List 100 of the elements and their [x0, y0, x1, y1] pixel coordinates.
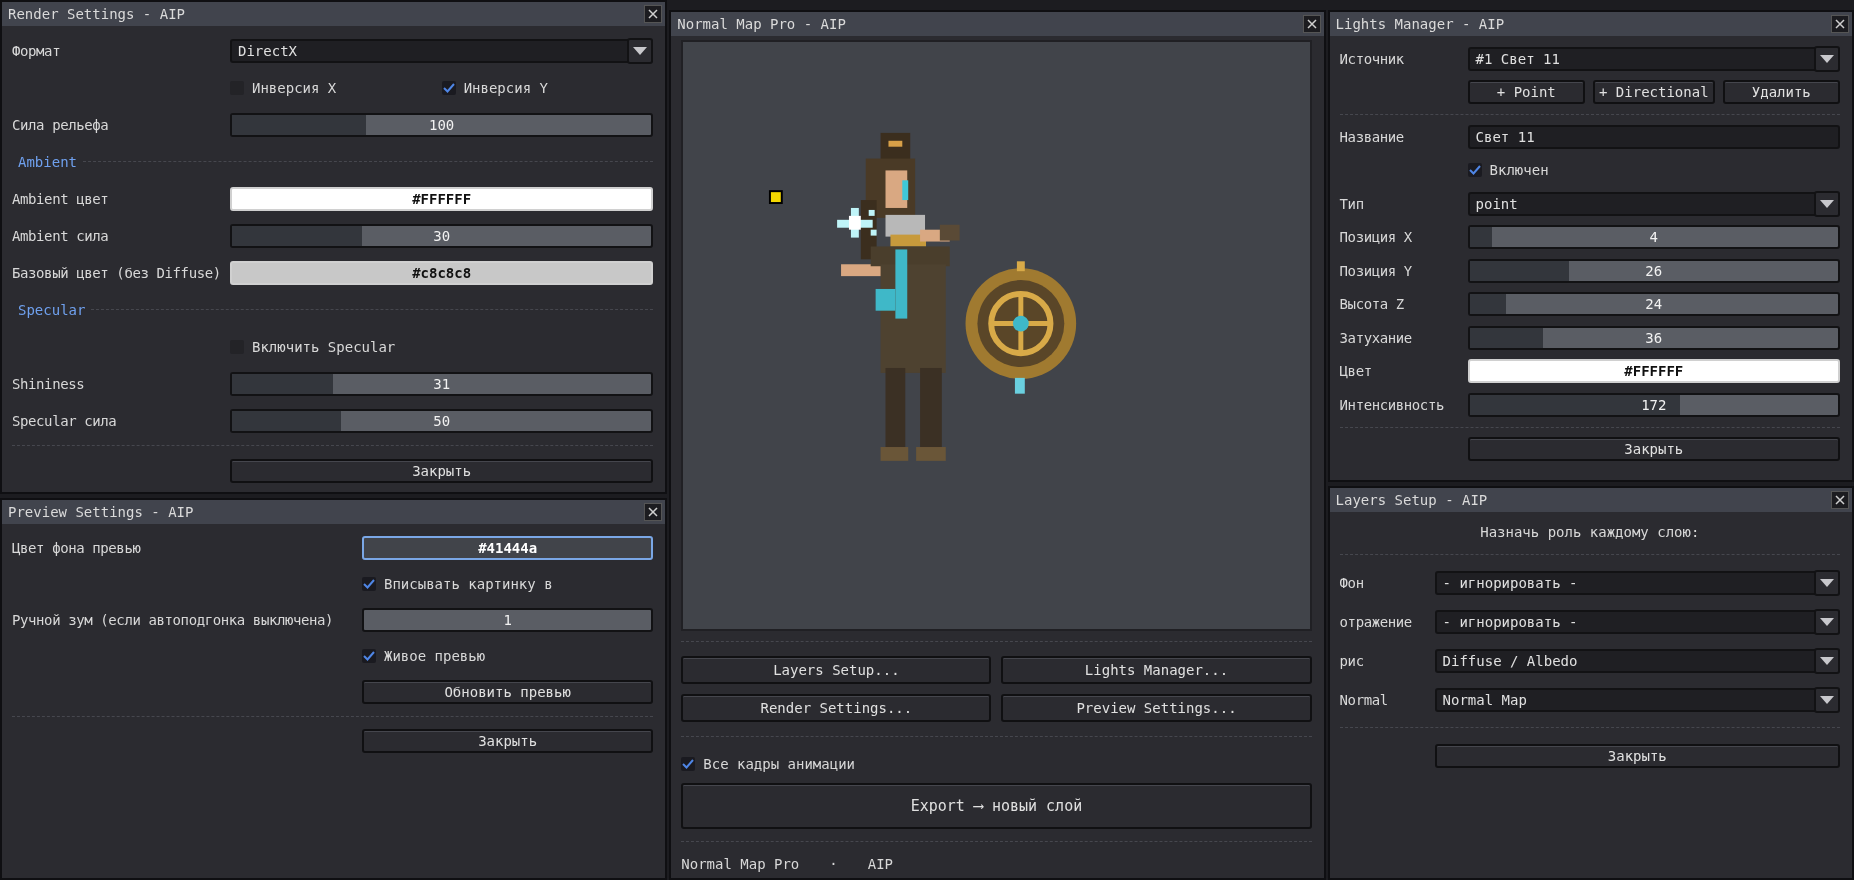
- color-field[interactable]: #41444a: [362, 536, 654, 560]
- checkbox-label: Вписывать картинку в: [384, 576, 553, 592]
- dropdown-button[interactable]: [1814, 190, 1840, 217]
- slider[interactable]: 172: [1467, 392, 1840, 417]
- footer-text: Normal Map Pro: [681, 856, 800, 872]
- checkbox[interactable]: [1467, 163, 1482, 178]
- close-dialog-button[interactable]: Закрыть: [230, 458, 654, 483]
- close-icon: [1835, 495, 1845, 505]
- slider-value: 100: [429, 116, 455, 133]
- slider-value: 26: [1645, 262, 1663, 279]
- slider-value: 50: [433, 412, 451, 429]
- dropdown-button[interactable]: [1814, 45, 1840, 72]
- close-icon: [1306, 19, 1317, 29]
- slider-value: 1: [503, 612, 512, 628]
- dropdown[interactable]: Normal Map: [1434, 687, 1840, 712]
- dropdown-button[interactable]: [1814, 686, 1840, 713]
- dropdown-button[interactable]: [1814, 569, 1840, 596]
- slider[interactable]: 36: [1467, 325, 1840, 350]
- color-field[interactable]: #FFFFFF: [230, 186, 654, 211]
- field-label: Сила рельефа: [12, 116, 110, 133]
- field-label: Интенсивность: [1339, 396, 1445, 413]
- field-label: Источник: [1339, 50, 1405, 67]
- slider[interactable]: 4: [1467, 225, 1840, 250]
- close-button[interactable]: [1302, 15, 1321, 33]
- window-title: Preview Settings - AIP: [8, 504, 194, 520]
- triangle-down-icon: [633, 46, 648, 55]
- triangle-down-icon: [1820, 695, 1834, 704]
- triangle-down-icon: [1820, 54, 1834, 63]
- close-icon: [648, 507, 659, 517]
- slider-value: 36: [1645, 329, 1663, 346]
- close-dialog-button[interactable]: Обновить превью: [362, 680, 654, 704]
- toolbar-button[interactable]: + Directional: [1593, 80, 1715, 105]
- dropdown[interactable]: - игнорировать -: [1434, 609, 1840, 634]
- dropdown[interactable]: #1 Свет 11: [1467, 46, 1840, 71]
- close-icon: [1835, 19, 1845, 29]
- checkbox[interactable]: [681, 757, 696, 771]
- text-field[interactable]: Свет 11: [1467, 124, 1840, 149]
- check-icon: [682, 759, 695, 769]
- field-label: рис: [1339, 652, 1365, 669]
- slider[interactable]: 26: [1467, 258, 1840, 283]
- checkbox[interactable]: [362, 577, 376, 591]
- close-dialog-button[interactable]: Закрыть: [1467, 437, 1840, 462]
- checkbox-label: Инверсия Y: [463, 79, 548, 96]
- dropdown-button[interactable]: [627, 37, 654, 64]
- field-label: Specular сила: [12, 412, 118, 429]
- dropdown[interactable]: - игнорировать -: [1434, 570, 1840, 595]
- dialog-button[interactable]: Preview Settings...: [1001, 694, 1312, 722]
- field-label: Высота Z: [1339, 296, 1405, 313]
- toolbar-button[interactable]: Удалить: [1722, 80, 1841, 105]
- slider-value: 30: [433, 227, 451, 244]
- dropdown-button[interactable]: [1814, 647, 1840, 674]
- triangle-down-icon: [1820, 656, 1834, 665]
- slider[interactable]: 31: [230, 371, 654, 396]
- close-icon: [648, 9, 659, 19]
- close-button[interactable]: [1831, 491, 1849, 509]
- field-label: Normal: [1339, 691, 1389, 708]
- toolbar-button[interactable]: + Point: [1467, 80, 1585, 105]
- checkbox[interactable]: [441, 80, 456, 95]
- triangle-down-icon: [1820, 617, 1834, 626]
- window-title: Layers Setup - AIP: [1335, 492, 1488, 508]
- light-marker-icon: [769, 190, 784, 204]
- dropdown[interactable]: Diffuse / Albedo: [1434, 648, 1840, 673]
- close-dialog-button[interactable]: Закрыть: [362, 729, 654, 753]
- field-label: Тип: [1339, 195, 1365, 212]
- color-field[interactable]: #FFFFFF: [1467, 359, 1840, 384]
- slider[interactable]: 30: [230, 223, 654, 248]
- dropdown[interactable]: point: [1467, 191, 1840, 216]
- export-button[interactable]: Export ⟶ новый слой: [681, 783, 1312, 829]
- triangle-down-icon: [1820, 578, 1834, 587]
- slider-value: 24: [1645, 296, 1663, 313]
- field-label: Цвет: [1339, 363, 1373, 380]
- close-button[interactable]: [644, 5, 663, 23]
- checkbox[interactable]: [362, 649, 376, 663]
- dropdown-button[interactable]: [1814, 608, 1840, 635]
- section-heading: Ambient: [18, 153, 77, 170]
- dialog-button[interactable]: Layers Setup...: [681, 656, 992, 684]
- checkbox-label: Живое превью: [384, 648, 486, 664]
- dropdown[interactable]: DirectX: [230, 38, 654, 63]
- footer-text: ·: [829, 856, 838, 872]
- field-label: Ambient сила: [12, 227, 110, 244]
- close-button[interactable]: [644, 503, 663, 521]
- triangle-down-icon: [1820, 199, 1834, 208]
- field-label: Фон: [1339, 574, 1365, 591]
- window-title: Render Settings - AIP: [8, 6, 185, 22]
- dialog-button[interactable]: Render Settings...: [681, 694, 992, 722]
- check-icon: [363, 651, 375, 661]
- slider[interactable]: 1: [362, 608, 654, 632]
- checkbox-label: Инверсия X: [252, 79, 337, 96]
- slider[interactable]: 50: [230, 408, 654, 433]
- slider[interactable]: 100: [230, 112, 654, 137]
- field-label: Затухание: [1339, 329, 1413, 346]
- close-button[interactable]: [1831, 15, 1849, 33]
- dialog-button[interactable]: Lights Manager...: [1001, 656, 1312, 684]
- close-dialog-button[interactable]: Закрыть: [1434, 743, 1840, 768]
- color-field[interactable]: #c8c8c8: [230, 260, 654, 285]
- section-heading: Specular: [18, 301, 86, 318]
- check-icon: [442, 82, 455, 93]
- window-title: Lights Manager - AIP: [1335, 16, 1505, 32]
- slider[interactable]: 24: [1467, 292, 1840, 317]
- slider-value: 31: [433, 375, 451, 392]
